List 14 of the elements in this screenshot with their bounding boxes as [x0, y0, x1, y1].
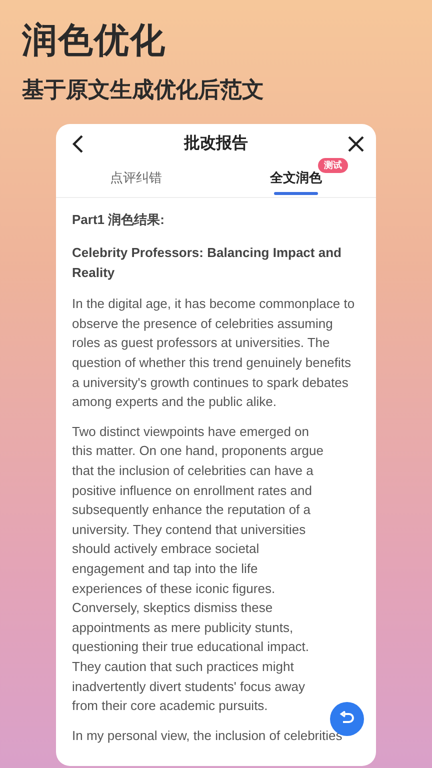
hero-subtitle: 基于原文生成优化后范文 — [22, 76, 265, 104]
tab[interactable]: 全文润色 测试 — [216, 156, 376, 196]
essay-paragraph: In the digital age, it has become commonplace to observe the presence of celebrities assuming roles as guest professors at universities. The question of whether this trend genuinely benefits a university's growth continues to spark debates among experts and the public alike. — [72, 295, 356, 412]
report-title: 批改报告 — [184, 133, 248, 154]
test-badge: 测试 — [318, 158, 348, 173]
close-button[interactable] — [348, 136, 364, 152]
tab[interactable]: 点评纠错 — [56, 156, 216, 196]
essay-title: Celebrity Professors: Balancing Impact and Reality — [72, 244, 342, 282]
essay-paragraph: In my personal view, the inclusion of celebrities — [72, 726, 344, 745]
essay-paragraph: Two distinct viewpoints have emerged on this matter. On one hand, proponents argue that the inclusion of celebrities can have a positive influence on enrollment rates and subsequently enhance the reputation of a university. They contend that universities should actively embrace societal engagement and tap into the life experiences of these iconic figures. Conversely, skeptics dismiss these appointments as mere publicity stunts, questioning their true educational impact. They caution that such practices might inadvertently divert students' focus away from their core academic pursuits. — [72, 422, 325, 716]
back-button[interactable] — [72, 134, 84, 152]
section-heading: Part1 润色结果: — [72, 210, 166, 228]
tab-indicator — [274, 192, 318, 195]
hero-title: 润色优化 — [22, 22, 167, 60]
